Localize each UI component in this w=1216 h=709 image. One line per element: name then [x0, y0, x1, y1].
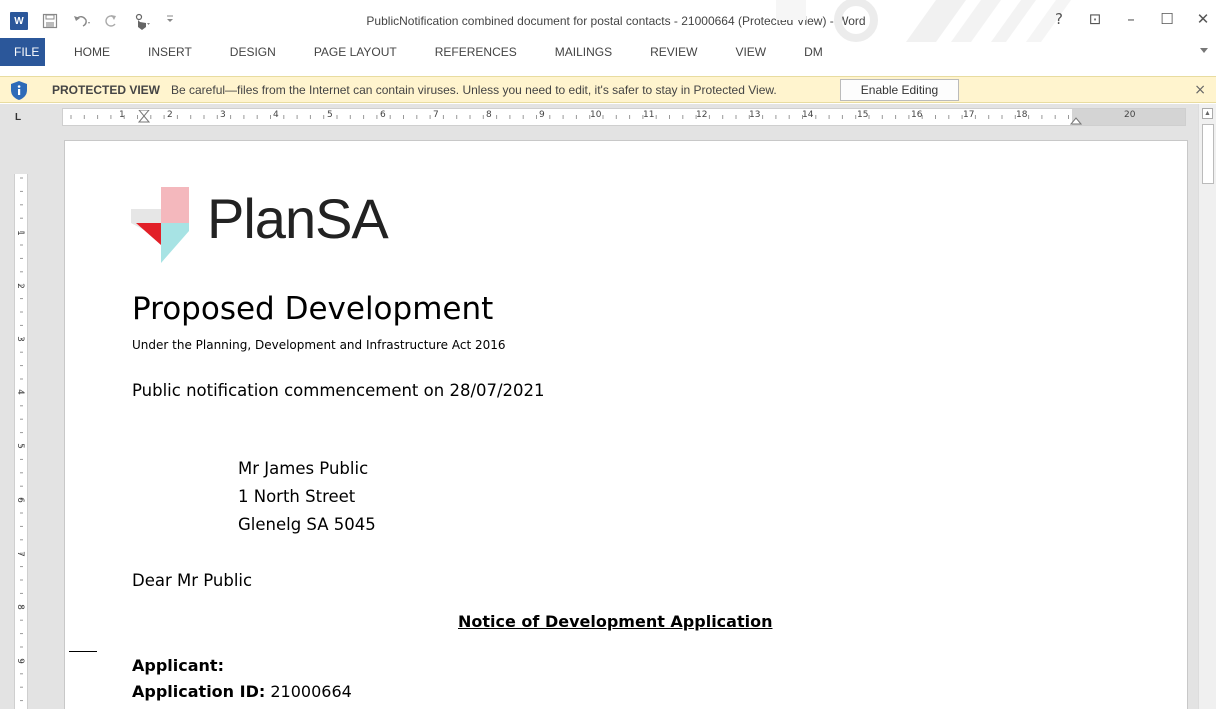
document-area: L 1 2 3 4 5 6 7 8 9 10 11 12 13 14 15 16…	[0, 104, 1216, 709]
ruler-num: 1	[14, 230, 25, 236]
title-bar: W PublicNotification combined document f…	[0, 0, 1216, 42]
ruler-num: 3	[220, 110, 226, 120]
ruler-num: 15	[857, 110, 869, 120]
window-controls: ? ⊡ – ☐ ✕	[1052, 10, 1210, 28]
ruler-num: 8	[14, 604, 25, 610]
shield-info-icon	[11, 81, 27, 100]
ruler-num: 5	[327, 110, 333, 120]
ruler-num: 3	[14, 336, 25, 342]
tab-view[interactable]: VIEW	[716, 38, 785, 66]
ruler-num: 20	[1124, 110, 1136, 120]
ruler-num: 10	[590, 110, 602, 120]
tab-file[interactable]: FILE	[0, 38, 45, 66]
notification-date: Public notification commencement on 28/0…	[132, 381, 545, 400]
address-line: Mr James Public	[238, 459, 369, 478]
tab-mailings[interactable]: MAILINGS	[536, 38, 631, 66]
notice-title: Notice of Development Application	[458, 612, 773, 631]
vertical-ruler[interactable]: 1 2 3 4 5 6 7 8 9	[14, 174, 28, 709]
address-line: 1 North Street	[238, 487, 356, 506]
protected-view-bar: PROTECTED VIEW Be careful—files from the…	[0, 76, 1216, 103]
vertical-scrollbar[interactable]: ▲	[1198, 104, 1216, 709]
tab-home[interactable]: HOME	[55, 38, 129, 66]
maximize-icon[interactable]: ☐	[1160, 10, 1174, 28]
vertical-ruler-ticks	[20, 177, 23, 702]
ribbon-tabs: FILE HOME INSERT DESIGN PAGE LAYOUT REFE…	[0, 38, 1216, 66]
tab-dm[interactable]: DM	[785, 38, 842, 66]
ruler-num: 7	[14, 551, 25, 557]
ruler-num: 4	[14, 389, 25, 395]
ruler-num: 6	[380, 110, 386, 120]
tab-stop-selector[interactable]: L	[15, 112, 21, 123]
tab-design[interactable]: DESIGN	[211, 38, 295, 66]
address-line: Glenelg SA 5045	[238, 515, 376, 534]
margin-mark	[69, 651, 97, 652]
ruler-num: 2	[167, 110, 173, 120]
scroll-up-icon[interactable]: ▲	[1202, 108, 1213, 119]
ruler-num: 7	[433, 110, 439, 120]
ruler-num: 14	[802, 110, 814, 120]
horizontal-ruler[interactable]: 1 2 3 4 5 6 7 8 9 10 11 12 13 14 15 16 1…	[62, 108, 1186, 126]
ruler-num: 18	[1016, 110, 1028, 120]
ruler-num: 2	[14, 283, 25, 289]
application-id-label: Application ID:	[132, 682, 266, 701]
scrollbar-thumb[interactable]	[1202, 124, 1214, 184]
help-icon[interactable]: ?	[1052, 10, 1066, 28]
applicant-label: Applicant:	[132, 656, 224, 675]
ruler-num: 9	[14, 658, 25, 664]
protected-view-message: Be careful—files from the Internet can c…	[171, 83, 777, 97]
application-id: Application ID: 21000664	[132, 682, 352, 701]
ruler-num: 11	[643, 110, 655, 120]
document-page[interactable]: PlanSA Proposed Development Under the Pl…	[64, 140, 1188, 709]
ruler-num: 13	[749, 110, 761, 120]
minimize-icon[interactable]: –	[1124, 10, 1138, 28]
tab-review[interactable]: REVIEW	[631, 38, 716, 66]
ruler-num: 17	[963, 110, 975, 120]
title-decoration	[776, 0, 1071, 42]
enable-editing-button[interactable]: Enable Editing	[840, 79, 959, 101]
ruler-num: 6	[14, 497, 25, 503]
page-subtitle: Under the Planning, Development and Infr…	[132, 338, 506, 352]
tab-page-layout[interactable]: PAGE LAYOUT	[295, 38, 416, 66]
tab-references[interactable]: REFERENCES	[416, 38, 536, 66]
ruler-num: 8	[486, 110, 492, 120]
application-id-value: 21000664	[270, 682, 352, 701]
ribbon-display-options-icon[interactable]: ⊡	[1088, 10, 1102, 28]
ruler-num: 5	[14, 443, 25, 449]
ruler-num: 1	[119, 110, 125, 120]
right-indent-marker-icon[interactable]	[1070, 117, 1082, 125]
expand-ribbon-icon[interactable]	[1200, 46, 1208, 57]
ruler-num: 16	[911, 110, 923, 120]
ruler-num: 12	[696, 110, 708, 120]
close-protected-view-icon[interactable]: ×	[1194, 82, 1206, 98]
salutation: Dear Mr Public	[132, 571, 253, 590]
indent-marker-icon[interactable]	[138, 110, 150, 124]
tab-insert[interactable]: INSERT	[129, 38, 211, 66]
ruler-num: 9	[539, 110, 545, 120]
protected-view-title: PROTECTED VIEW	[52, 83, 161, 97]
close-icon[interactable]: ✕	[1196, 10, 1210, 28]
ruler-corner: L	[0, 104, 34, 132]
ruler-num: 4	[273, 110, 279, 120]
plansa-logo-text: PlanSA	[207, 187, 389, 250]
page-title: Proposed Development	[132, 291, 494, 327]
